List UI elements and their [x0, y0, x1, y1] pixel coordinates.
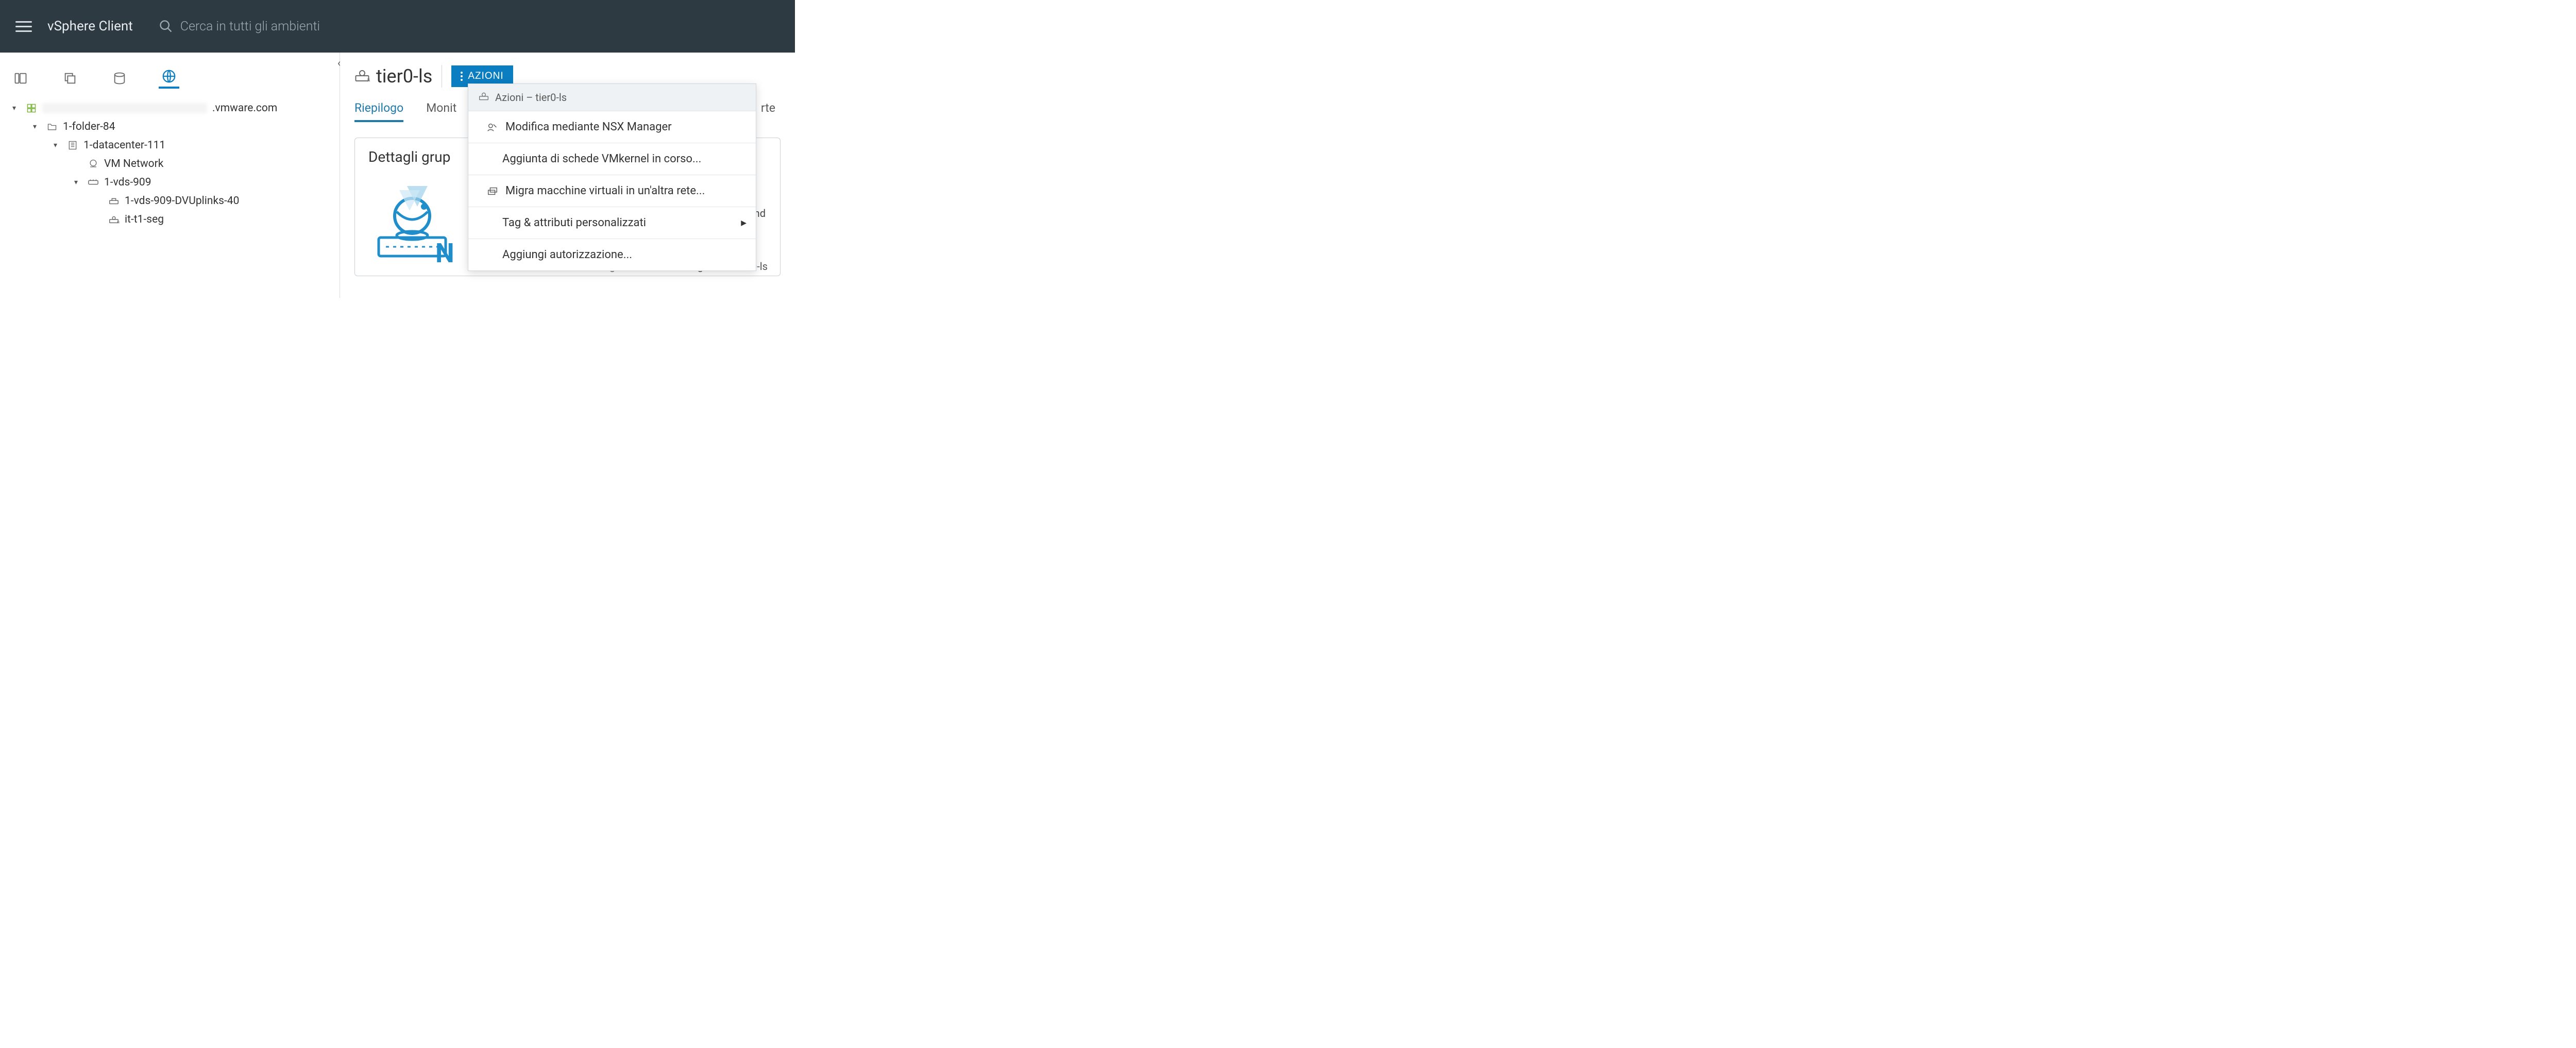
datacenter-icon: [67, 140, 78, 150]
page-title: N tier0-ls: [354, 65, 432, 87]
tree-label: 1-folder-84: [63, 121, 115, 133]
dropdown-header: Azioni – tier0-ls: [468, 84, 756, 111]
search-icon: [159, 19, 173, 33]
network-globe-icon: [88, 159, 99, 169]
migrate-icon: [487, 186, 498, 196]
redacted-hostname: [42, 103, 207, 113]
nsx-segment-icon: N: [108, 215, 120, 224]
vcenter-icon: [26, 103, 37, 113]
tree-label: VM Network: [104, 158, 163, 170]
svg-text:N: N: [435, 238, 454, 263]
menu-item-tags[interactable]: Tag & attributi personalizzati ▶: [468, 207, 756, 239]
app-title: vSphere Client: [47, 19, 133, 34]
menu-icon[interactable]: [15, 21, 32, 32]
tab-ports[interactable]: rte: [761, 101, 781, 122]
svg-text:N: N: [367, 78, 370, 82]
chevron-down-icon[interactable]: ▾: [54, 141, 62, 149]
uplink-portgroup-icon: [108, 196, 120, 206]
menu-item-add-permission[interactable]: Aggiungi autorizzazione...: [468, 239, 756, 271]
nsx-switch-illustration-icon: N: [368, 171, 456, 265]
switch-icon: [88, 178, 99, 187]
chevron-right-icon: ▶: [741, 219, 747, 227]
global-search[interactable]: Cerca in tutti gli ambienti: [159, 19, 320, 34]
panel-title: Dettagli grup: [368, 148, 456, 165]
menu-item-migrate-vm[interactable]: Migra macchine virtuali in un'altra rete…: [468, 175, 756, 207]
tree-node-vmnetwork[interactable]: VM Network: [74, 155, 334, 173]
chevron-down-icon[interactable]: ▾: [33, 123, 41, 131]
tree-label: 1-datacenter-111: [83, 139, 165, 151]
nav-hosts-icon[interactable]: [10, 68, 31, 89]
tab-monitor[interactable]: Monit: [426, 101, 456, 122]
tree-node-uplinks[interactable]: 1-vds-909-DVUplinks-40: [95, 192, 334, 210]
tree-node-datacenter[interactable]: ▾ 1-datacenter-111: [54, 136, 334, 155]
actions-dropdown: Azioni – tier0-ls Modifica mediante NSX …: [468, 83, 756, 271]
search-placeholder: Cerca in tutti gli ambienti: [180, 19, 320, 34]
menu-item-edit-nsx[interactable]: Modifica mediante NSX Manager: [468, 111, 756, 143]
tree-node-segment[interactable]: N it-t1-seg: [95, 210, 334, 229]
tab-summary[interactable]: Riepilogo: [354, 101, 403, 122]
nsx-segment-icon: N: [354, 65, 370, 87]
tree-label: it-t1-seg: [125, 213, 164, 226]
inventory-sidebar: ‹: [0, 53, 340, 298]
tree-node-folder[interactable]: ▾ 1-folder-84: [33, 117, 334, 136]
nsx-manager-icon: [487, 122, 498, 132]
nav-storage-icon[interactable]: [109, 68, 130, 89]
svg-text:N: N: [117, 220, 120, 224]
chevron-down-icon[interactable]: ▾: [74, 178, 82, 187]
tree-label: 1-vds-909: [104, 176, 151, 189]
folder-icon: [46, 122, 58, 131]
tree-label: .vmware.com: [212, 102, 277, 114]
nsx-segment-icon: [479, 91, 489, 104]
kebab-icon: [461, 72, 463, 81]
tree-node-vcenter[interactable]: ▾ .vmware.com: [12, 99, 334, 117]
nav-vms-icon[interactable]: [60, 68, 80, 89]
content-area: N tier0-ls AZIONI Azioni – tier0-ls: [340, 53, 795, 298]
menu-item-add-vmkernel[interactable]: Aggiunta di schede VMkernel in corso...: [468, 143, 756, 175]
tree-label: 1-vds-909-DVUplinks-40: [125, 195, 239, 207]
chevron-down-icon[interactable]: ▾: [12, 104, 21, 112]
nav-networking-icon[interactable]: [159, 68, 179, 89]
tree-node-vds[interactable]: ▾ 1-vds-909: [74, 173, 334, 192]
